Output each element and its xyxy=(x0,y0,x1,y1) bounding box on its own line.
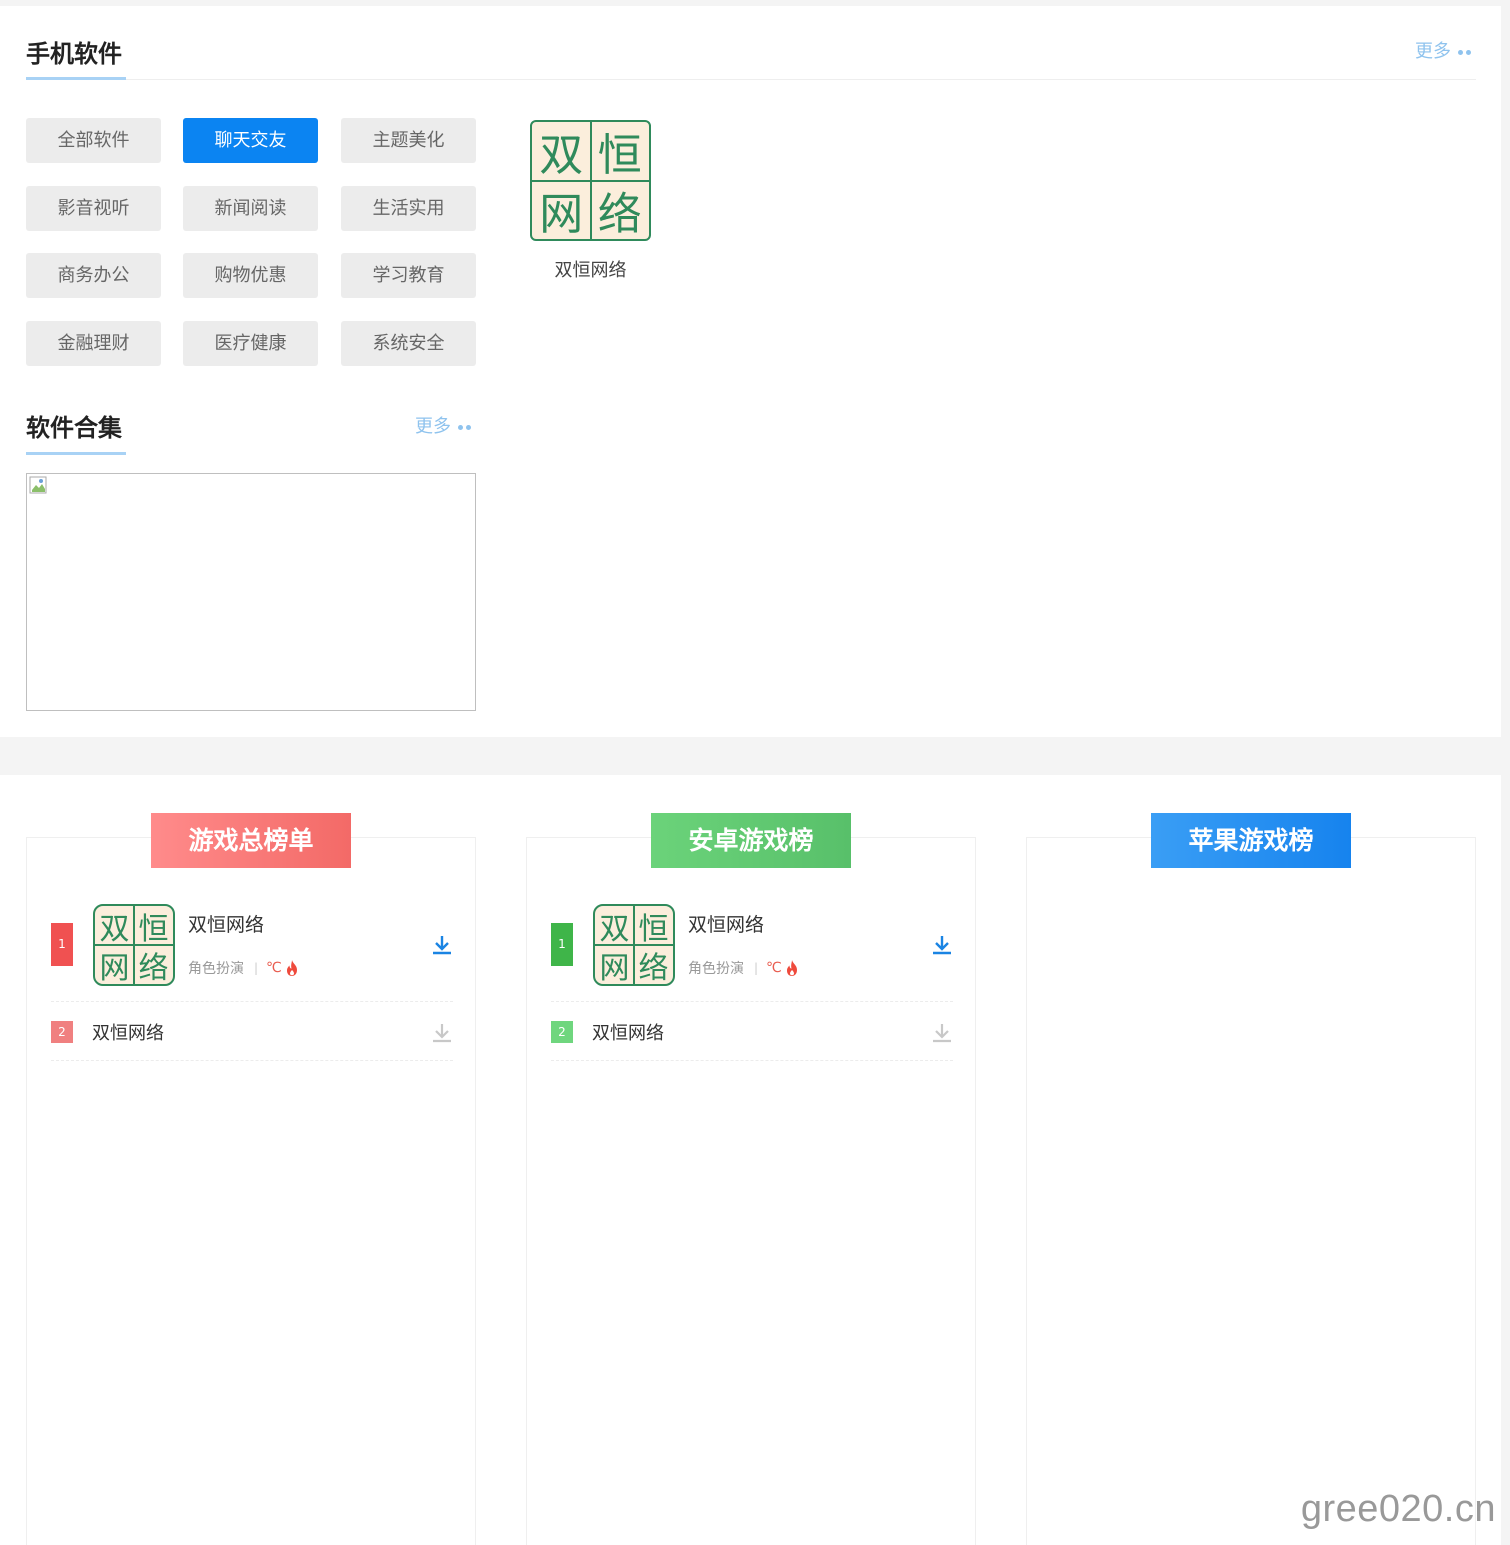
logo-char: 网 xyxy=(99,950,130,986)
watermark: gree020.cn xyxy=(1300,1488,1496,1530)
more-link-mobile-software[interactable]: 更多 xyxy=(1415,40,1471,64)
logo-char: 网 xyxy=(599,950,630,986)
app-meta: 角色扮演 | ℃ xyxy=(688,958,800,978)
app-category: 角色扮演 xyxy=(188,961,244,977)
more-label: 更多 xyxy=(415,416,451,437)
collection-image[interactable] xyxy=(26,473,476,711)
logo-char: 恒 xyxy=(597,130,642,182)
fire-icon xyxy=(786,960,797,976)
download-icon[interactable] xyxy=(931,1022,953,1044)
category-audio-video[interactable]: 影音视听 xyxy=(26,186,161,231)
logo-char: 双 xyxy=(539,130,584,182)
category-finance[interactable]: 金融理财 xyxy=(26,321,161,366)
logo-divider xyxy=(95,944,173,946)
app-logo[interactable]: 双 恒 网 络 xyxy=(593,904,675,986)
app-meta: 角色扮演 | ℃ xyxy=(188,958,300,978)
app-name[interactable]: 双恒网络 xyxy=(688,910,764,937)
logo-char: 络 xyxy=(597,188,642,240)
section-title-underline xyxy=(26,77,126,80)
logo-divider xyxy=(532,179,649,182)
more-label: 更多 xyxy=(1415,41,1451,62)
meta-separator: | xyxy=(754,961,759,975)
logo-char: 恒 xyxy=(638,911,669,947)
more-link-software-collection[interactable]: 更多 xyxy=(415,415,471,439)
app-category: 角色扮演 xyxy=(688,961,744,977)
logo-char: 双 xyxy=(99,911,130,947)
logo-char: 网 xyxy=(539,188,584,240)
logo-divider xyxy=(595,944,673,946)
download-icon[interactable] xyxy=(431,934,453,956)
category-shopping[interactable]: 购物优惠 xyxy=(183,253,318,298)
ranking-item[interactable]: 1 双 恒 网 络 双恒网络 角色扮演 | ℃ xyxy=(551,902,953,1002)
dots-icon xyxy=(458,424,471,430)
app-logo[interactable]: 双 恒 网 络 xyxy=(93,904,175,986)
category-all-software[interactable]: 全部软件 xyxy=(26,118,161,163)
rank-number: 2 xyxy=(551,1021,573,1043)
ranking-title-android-games[interactable]: 安卓游戏榜 xyxy=(651,813,851,868)
meta-separator: | xyxy=(254,961,259,975)
rank-number: 2 xyxy=(51,1021,73,1043)
heat-value: ℃ xyxy=(266,960,282,976)
game-rankings-panel: 1 双 恒 网 络 双恒网络 角色扮演 | ℃ 2 双恒网络 1 双 恒 网 络… xyxy=(0,775,1501,1545)
mobile-software-panel: 手机软件 更多 全部软件 聊天交友 主题美化 影音视听 新闻阅读 生活实用 商务… xyxy=(0,6,1501,737)
category-themes[interactable]: 主题美化 xyxy=(341,118,476,163)
app-name[interactable]: 双恒网络 xyxy=(592,1019,664,1045)
category-news-reading[interactable]: 新闻阅读 xyxy=(183,186,318,231)
category-business[interactable]: 商务办公 xyxy=(26,253,161,298)
logo-char: 恒 xyxy=(138,911,169,947)
featured-app-logo[interactable]: 双 恒 网 络 xyxy=(530,120,651,241)
download-icon[interactable] xyxy=(931,934,953,956)
ranking-item[interactable]: 2 双恒网络 xyxy=(551,1002,953,1061)
section-rule xyxy=(26,79,1476,80)
app-name[interactable]: 双恒网络 xyxy=(92,1019,164,1045)
ranking-title-all-games[interactable]: 游戏总榜单 xyxy=(151,813,351,868)
ranking-card-android-games: 1 双 恒 网 络 双恒网络 角色扮演 | ℃ 2 双恒网络 xyxy=(526,837,976,1545)
ranking-item[interactable]: 2 双恒网络 xyxy=(51,1002,453,1061)
app-name[interactable]: 双恒网络 xyxy=(188,910,264,937)
ranking-card-ios-games xyxy=(1026,837,1476,1545)
category-education[interactable]: 学习教育 xyxy=(341,253,476,298)
rank-number: 1 xyxy=(51,923,73,966)
category-health[interactable]: 医疗健康 xyxy=(183,321,318,366)
category-security[interactable]: 系统安全 xyxy=(341,321,476,366)
section-title-underline xyxy=(26,452,126,455)
logo-char: 络 xyxy=(138,950,169,986)
category-life-utility[interactable]: 生活实用 xyxy=(341,186,476,231)
dots-icon xyxy=(1458,49,1471,55)
section-title-software-collection: 软件合集 xyxy=(26,414,122,442)
featured-app-name[interactable]: 双恒网络 xyxy=(520,256,661,282)
ranking-item[interactable]: 1 双 恒 网 络 双恒网络 角色扮演 | ℃ xyxy=(51,902,453,1002)
broken-image-icon xyxy=(29,476,47,494)
category-chat-friends[interactable]: 聊天交友 xyxy=(183,118,318,163)
download-icon[interactable] xyxy=(431,1022,453,1044)
heat-value: ℃ xyxy=(766,960,782,976)
ranking-title-ios-games[interactable]: 苹果游戏榜 xyxy=(1151,813,1351,868)
logo-char: 双 xyxy=(599,911,630,947)
section-title-mobile-software: 手机软件 xyxy=(26,40,122,68)
ranking-card-all-games: 1 双 恒 网 络 双恒网络 角色扮演 | ℃ 2 双恒网络 xyxy=(26,837,476,1545)
logo-char: 络 xyxy=(638,950,669,986)
fire-icon xyxy=(286,960,297,976)
rank-number: 1 xyxy=(551,923,573,966)
